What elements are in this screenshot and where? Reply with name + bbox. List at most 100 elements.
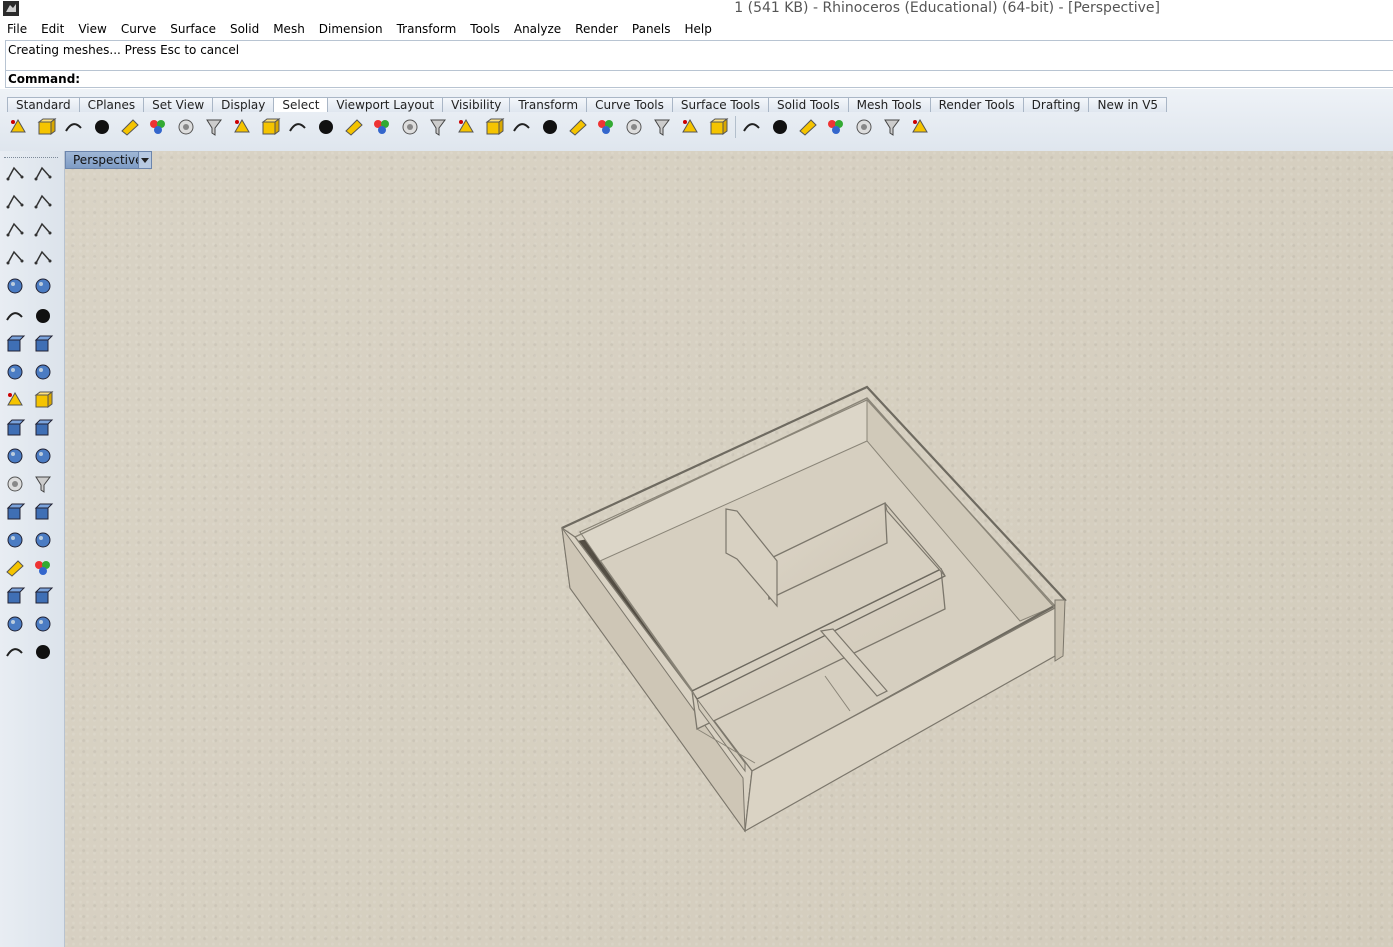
- select-points-cloud-icon[interactable]: [315, 116, 337, 138]
- box-icon[interactable]: [4, 333, 26, 355]
- select-curves-icon[interactable]: [119, 116, 141, 138]
- offset-curve-icon[interactable]: [4, 473, 26, 495]
- select-render-mesh-icon[interactable]: [707, 116, 729, 138]
- planar-surface-icon[interactable]: [32, 361, 54, 383]
- tab-cplanes[interactable]: CPlanes: [78, 97, 145, 112]
- point-icon[interactable]: [32, 163, 54, 185]
- select-layer-icon[interactable]: [651, 116, 673, 138]
- align-icon[interactable]: [32, 585, 54, 607]
- select-annotation-icon[interactable]: [371, 116, 393, 138]
- tab-select[interactable]: Select: [273, 97, 329, 112]
- polygon-icon[interactable]: [4, 275, 26, 297]
- analyze-icon[interactable]: [4, 613, 26, 635]
- loft-icon[interactable]: [32, 305, 54, 327]
- ellipse-icon[interactable]: [32, 219, 54, 241]
- command-input[interactable]: [76, 71, 1380, 89]
- menu-dimension[interactable]: Dimension: [312, 19, 390, 39]
- tab-surface-tools[interactable]: Surface Tools: [671, 97, 769, 112]
- tab-set-view[interactable]: Set View: [143, 97, 214, 112]
- select-groups-icon[interactable]: [483, 116, 505, 138]
- select-extrusion-icon[interactable]: [539, 116, 561, 138]
- boolean-union-icon[interactable]: [4, 445, 26, 467]
- select-lightbulb-icon[interactable]: [797, 116, 819, 138]
- explode-icon[interactable]: [32, 389, 54, 411]
- select-points-icon[interactable]: [7, 116, 29, 138]
- render-icon[interactable]: [4, 641, 26, 663]
- select-control-points-icon[interactable]: [35, 116, 57, 138]
- select-sphere-icon[interactable]: [511, 116, 533, 138]
- select-box-icon[interactable]: [769, 116, 791, 138]
- tab-transform[interactable]: Transform: [509, 97, 588, 112]
- select-spiral-icon[interactable]: [623, 116, 645, 138]
- trim-icon[interactable]: [4, 417, 26, 439]
- viewport-tab[interactable]: Perspective: [65, 151, 152, 169]
- dimension-icon[interactable]: [32, 501, 54, 523]
- select-leader-icon[interactable]: [455, 116, 477, 138]
- solid-box-icon[interactable]: [4, 557, 26, 579]
- sphere-icon[interactable]: [32, 333, 54, 355]
- select-planar-icon[interactable]: [567, 116, 589, 138]
- curve-control-points-icon[interactable]: [32, 191, 54, 213]
- menu-tools[interactable]: Tools: [463, 19, 507, 39]
- menu-view[interactable]: View: [71, 19, 113, 39]
- menu-file[interactable]: File: [0, 19, 34, 39]
- menu-panels[interactable]: Panels: [625, 19, 678, 39]
- select-polysurfaces-icon[interactable]: [203, 116, 225, 138]
- perspective-viewport[interactable]: Perspective: [65, 151, 1393, 947]
- tab-solid-tools[interactable]: Solid Tools: [767, 97, 849, 112]
- select-point-cloud-icon[interactable]: [287, 116, 309, 138]
- tab-visibility[interactable]: Visibility: [442, 97, 511, 112]
- menu-curve[interactable]: Curve: [114, 19, 163, 39]
- toolbar-grip[interactable]: [4, 157, 58, 161]
- gear-transform-icon[interactable]: [4, 389, 26, 411]
- select-by-color-icon[interactable]: [231, 116, 253, 138]
- menu-help[interactable]: Help: [678, 19, 719, 39]
- menu-render[interactable]: Render: [568, 19, 625, 39]
- menu-solid[interactable]: Solid: [223, 19, 266, 39]
- select-meshes-icon[interactable]: [343, 116, 365, 138]
- select-blocks-icon[interactable]: [259, 116, 281, 138]
- tab-viewport-layout[interactable]: Viewport Layout: [327, 97, 444, 112]
- menu-edit[interactable]: Edit: [34, 19, 71, 39]
- rebuild-curve-icon[interactable]: [32, 473, 54, 495]
- select-paint-icon[interactable]: [853, 116, 875, 138]
- grid-array-icon[interactable]: [4, 585, 26, 607]
- select-lights-icon[interactable]: [147, 116, 169, 138]
- shade-icon[interactable]: [32, 641, 54, 663]
- rectangle-icon[interactable]: [32, 247, 54, 269]
- menu-mesh[interactable]: Mesh: [266, 19, 312, 39]
- block-icon[interactable]: [4, 529, 26, 551]
- select-dimension-icon[interactable]: [427, 116, 449, 138]
- menu-surface[interactable]: Surface: [163, 19, 223, 39]
- mirror-icon[interactable]: [32, 529, 54, 551]
- surface-from-points-icon[interactable]: [4, 305, 26, 327]
- menu-analyze[interactable]: Analyze: [507, 19, 568, 39]
- text-icon[interactable]: [4, 501, 26, 523]
- tab-render-tools[interactable]: Render Tools: [929, 97, 1024, 112]
- check-icon[interactable]: [32, 613, 54, 635]
- select-grid-icon[interactable]: [595, 116, 617, 138]
- fillet-curve-icon[interactable]: [32, 275, 54, 297]
- select-solid-icon[interactable]: [741, 116, 763, 138]
- group-icon[interactable]: [32, 445, 54, 467]
- tab-curve-tools[interactable]: Curve Tools: [586, 97, 673, 112]
- chevron-down-icon[interactable]: [138, 152, 151, 168]
- tab-standard[interactable]: Standard: [7, 97, 80, 112]
- split-icon[interactable]: [32, 417, 54, 439]
- zoom-select-icon[interactable]: [881, 116, 903, 138]
- select-chain-icon[interactable]: [679, 116, 701, 138]
- tab-new-in-v5[interactable]: New in V5: [1088, 97, 1168, 112]
- tab-mesh-tools[interactable]: Mesh Tools: [847, 97, 931, 112]
- select-surfaces-icon[interactable]: [91, 116, 113, 138]
- array-icon[interactable]: [32, 557, 54, 579]
- select-material-icon[interactable]: [825, 116, 847, 138]
- filter-icon[interactable]: [909, 116, 931, 138]
- command-history[interactable]: Creating meshes... Press Esc to cancel: [5, 40, 1393, 70]
- tab-display[interactable]: Display: [212, 97, 275, 112]
- menu-transform[interactable]: Transform: [390, 19, 464, 39]
- circle-icon[interactable]: [4, 219, 26, 241]
- select-text-icon[interactable]: [175, 116, 197, 138]
- arc-icon[interactable]: [4, 247, 26, 269]
- cylinder-icon[interactable]: [4, 361, 26, 383]
- polyline-icon[interactable]: [4, 191, 26, 213]
